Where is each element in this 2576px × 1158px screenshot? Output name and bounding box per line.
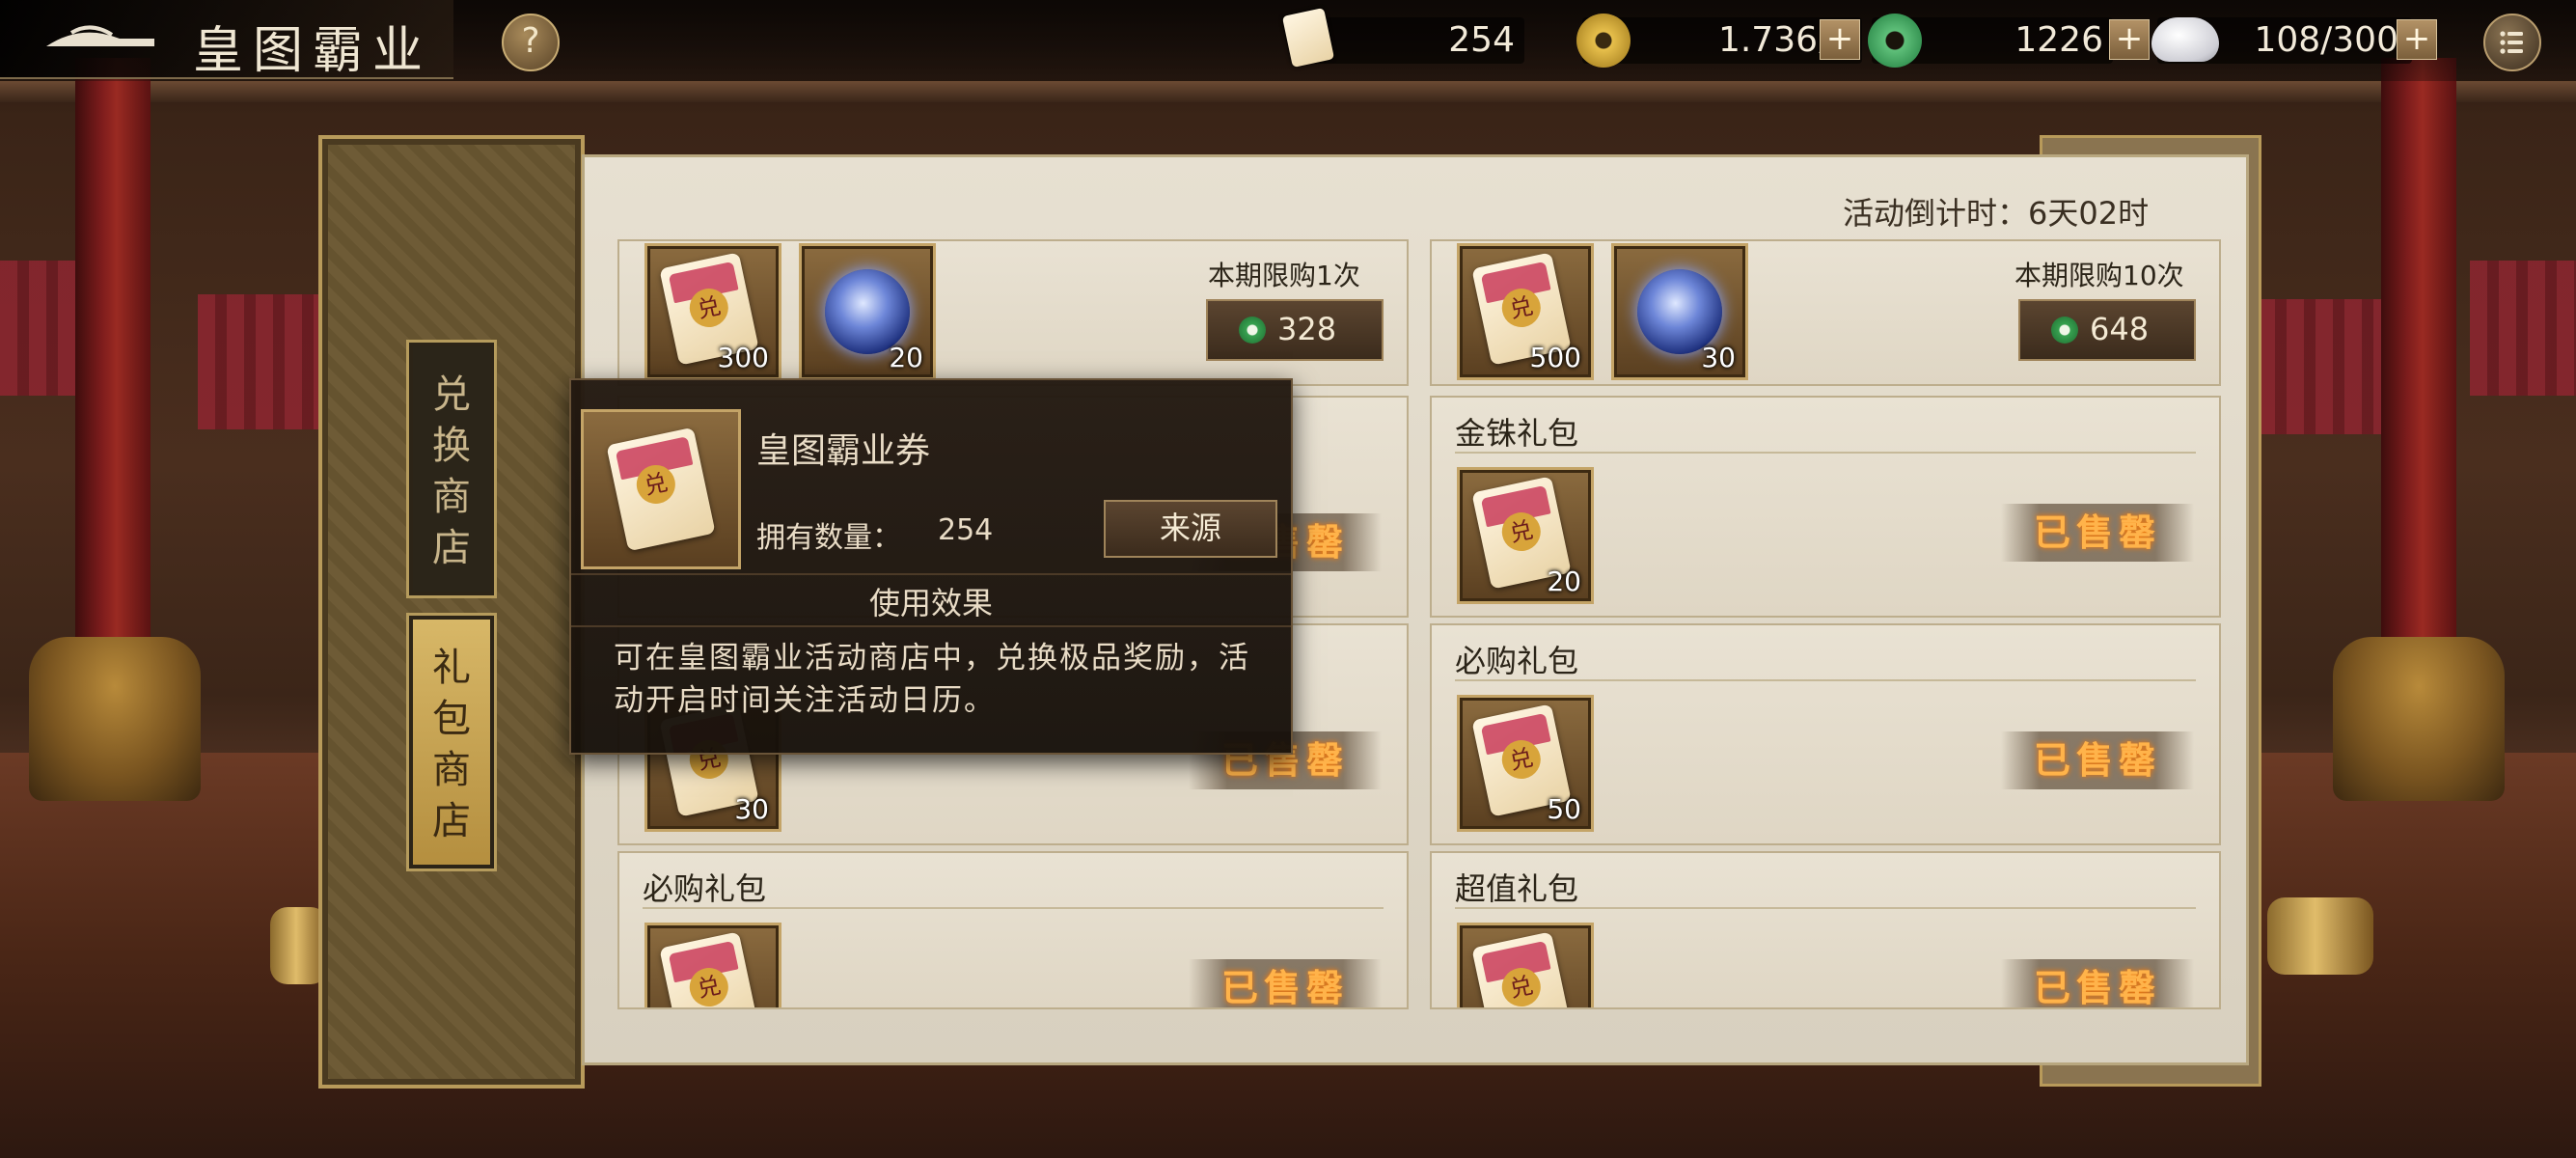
pillar-right: [2381, 58, 2456, 656]
jade-coin-icon: [1868, 14, 1922, 68]
ticket-icon: 兑: [659, 931, 759, 1007]
title-area: 皇图霸业: [0, 0, 453, 80]
gift-card-7: 必购礼包 兑 已售罄: [617, 851, 1409, 1009]
sold-out-label: 已售罄: [1189, 959, 1382, 1007]
stamina-resource: 108/300: [2151, 17, 2412, 64]
add-stamina-button[interactable]: +: [2397, 19, 2437, 60]
jade-coin-icon: [2051, 317, 2078, 344]
curtain-right: [2258, 299, 2383, 434]
card-title: 必购礼包: [643, 870, 767, 907]
sold-out-label: 已售罄: [2001, 959, 2194, 1007]
jade-count: 1226: [2014, 20, 2103, 60]
curtain-left-2: [198, 294, 323, 429]
jade-resource: 1226: [1868, 14, 2113, 68]
buy-button[interactable]: 648: [2018, 299, 2196, 361]
help-button[interactable]: ?: [502, 14, 560, 71]
sold-out-label: 已售罄: [2001, 504, 2194, 562]
page-title: 皇图霸业: [193, 22, 433, 80]
tab-exchange-shop[interactable]: 兑换商店: [406, 340, 497, 598]
curtain-right-2: [2470, 261, 2576, 396]
ticket-icon: 兑: [606, 427, 716, 552]
source-button[interactable]: 来源: [1104, 500, 1277, 558]
divider: [571, 573, 1291, 575]
divider: [571, 625, 1291, 627]
item-slot[interactable]: 兑: [644, 923, 781, 1007]
ceiling-beam: [0, 81, 2576, 102]
gift-card-1: 兑 300 20 本期限购1次 328: [617, 239, 1409, 386]
item-quantity: 50: [1547, 793, 1581, 825]
buy-button[interactable]: 328: [1206, 299, 1384, 361]
card-title: 金铢礼包: [1455, 415, 1579, 452]
item-slot[interactable]: 兑 500: [1457, 243, 1594, 380]
gift-card-2: 兑 500 30 本期限购10次 648: [1430, 239, 2221, 386]
item-quantity: 30: [734, 793, 769, 825]
item-quantity: 500: [1529, 342, 1581, 373]
pillar-base-left: [29, 637, 201, 801]
item-quantity: 20: [889, 342, 923, 373]
owned-value: 254: [938, 513, 994, 547]
add-coin-button[interactable]: +: [1820, 19, 1860, 60]
item-slot[interactable]: 20: [799, 243, 936, 380]
gift-card-6: 必购礼包 兑 50 已售罄: [1430, 623, 2221, 845]
gift-card-4: 金铢礼包 兑 20 已售罄: [1430, 396, 2221, 618]
card-title: 必购礼包: [1455, 643, 1579, 679]
item-slot[interactable]: 兑 50: [1457, 695, 1594, 832]
tab-gift-label: 礼包商店: [432, 646, 471, 843]
price-value: 328: [1277, 311, 1337, 347]
gift-card-8: 超值礼包 兑 已售罄: [1430, 851, 2221, 1009]
ticket-icon: 兑: [1471, 931, 1572, 1007]
tab-gift-shop[interactable]: 礼包商店: [406, 613, 497, 871]
back-button[interactable]: [42, 17, 158, 60]
item-quantity: 20: [1547, 565, 1581, 597]
scroll-decoration: [2267, 897, 2373, 975]
purchase-limit: 本期限购10次: [2014, 260, 2184, 291]
tooltip-item-icon: 兑: [581, 409, 741, 569]
add-jade-button[interactable]: +: [2109, 19, 2150, 60]
stamina-count: 108/300: [2254, 20, 2398, 60]
event-countdown: 活动倒计时：6天02时: [1843, 195, 2150, 232]
item-slot[interactable]: 兑 20: [1457, 467, 1594, 604]
price-value: 648: [2090, 311, 2150, 347]
divider: [643, 907, 1384, 909]
divider: [1455, 679, 2196, 681]
tab-exchange-label: 兑换商店: [432, 372, 471, 570]
ticket-icon: [1281, 8, 1335, 69]
effect-description: 可在皇图霸业活动商店中，兑换极品奖励，活动开启时间关注活动日历。: [614, 641, 1250, 718]
item-slot[interactable]: 兑 300: [644, 243, 781, 380]
item-tooltip: 兑 皇图霸业券 拥有数量： 254 来源 使用效果 可在皇图霸业活动商店中，兑换…: [569, 378, 1293, 755]
stamina-icon: [2151, 17, 2219, 62]
pillar-left: [75, 58, 151, 656]
divider: [1455, 907, 2196, 909]
purchase-limit: 本期限购1次: [1208, 260, 1360, 291]
item-quantity: 300: [717, 342, 769, 373]
menu-button[interactable]: [2483, 14, 2541, 71]
item-slot[interactable]: 30: [1611, 243, 1748, 380]
tooltip-item-name: 皇图霸业券: [756, 431, 931, 471]
list-icon: [2500, 31, 2523, 54]
sidebar-frame: [318, 135, 585, 1089]
divider: [1455, 452, 2196, 454]
pillar-base-right: [2333, 637, 2505, 801]
sold-out-label: 已售罄: [2001, 731, 2194, 789]
card-title: 超值礼包: [1455, 870, 1579, 907]
owned-label: 拥有数量：: [756, 521, 901, 555]
ticket-resource: 254: [1281, 8, 1524, 68]
item-quantity: 30: [1701, 342, 1736, 373]
jade-coin-icon: [1239, 317, 1266, 344]
item-slot[interactable]: 兑: [1457, 923, 1594, 1007]
effect-title: 使用效果: [868, 585, 993, 621]
copper-coin-icon: [1576, 14, 1631, 68]
ticket-count: 254: [1448, 20, 1515, 60]
